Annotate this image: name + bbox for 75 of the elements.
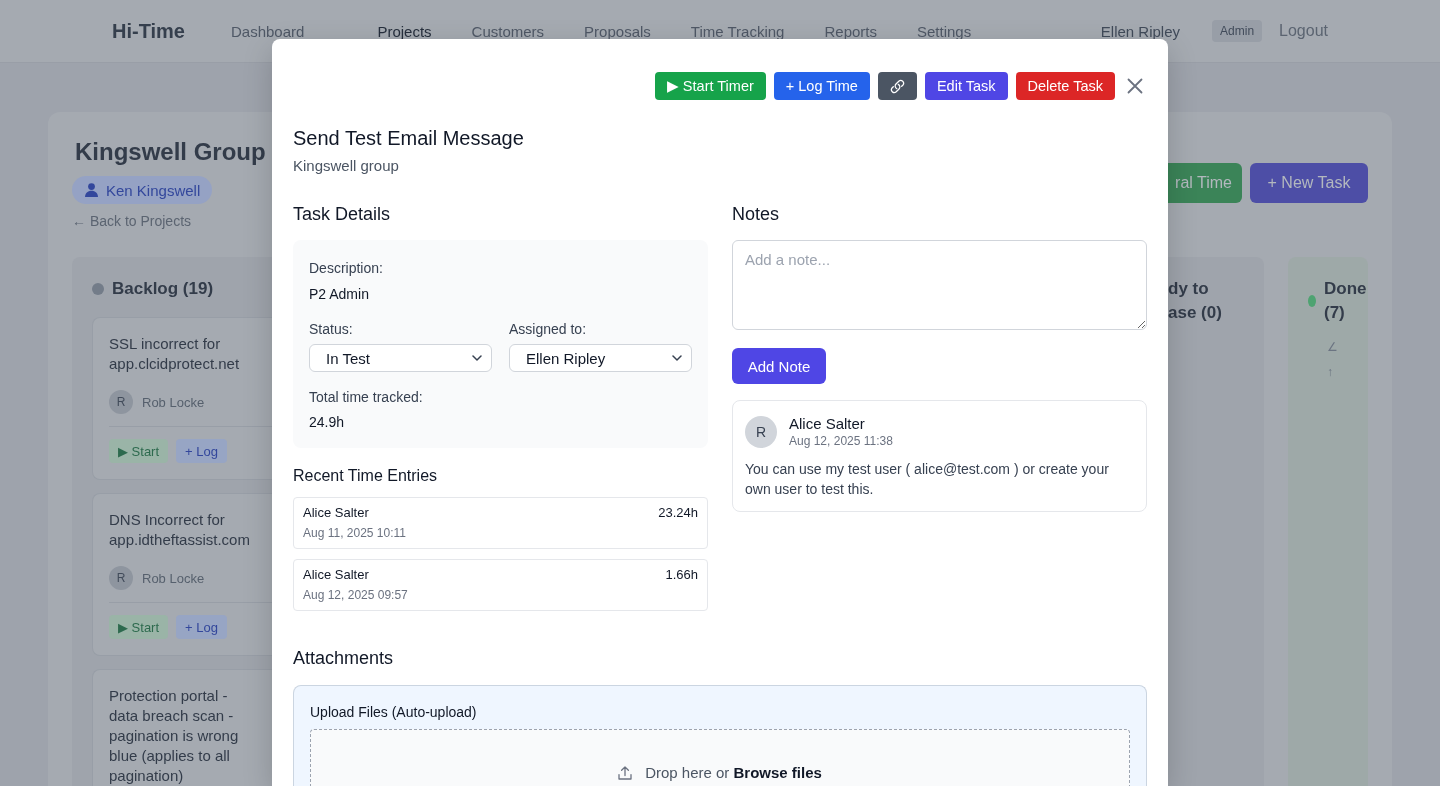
new-task-button[interactable]: + New Task (1250, 163, 1368, 203)
log-button[interactable]: + Log (176, 615, 227, 639)
total-time: 24.9h (309, 413, 346, 432)
avatar: R (745, 416, 777, 448)
section-heading: Task Details (293, 203, 392, 226)
note-text: You can use my test user ( alice@test.com ) or create your own user to test this. (745, 460, 1110, 499)
entry-hours: 1.66h (665, 566, 698, 584)
assignee-select[interactable]: Ellen Ripley (509, 344, 692, 372)
brand-name[interactable]: Hi-Time (112, 19, 231, 43)
assignee-name: Rob Locke (142, 570, 205, 586)
field-label: Assigned to: (509, 320, 588, 339)
nav-link[interactable]: Dashboard (231, 22, 305, 40)
close-icon (1127, 78, 1143, 94)
assignee-name: Rob Locke (142, 394, 205, 410)
start-button[interactable]: ▶ Start (109, 439, 169, 463)
symbol-text: ∠ (1327, 339, 1339, 356)
task-title: SSL incorrect for app.clcidprotect.net (109, 334, 241, 374)
field-label: Description: (309, 259, 384, 278)
task-title: Protection portal - data breach scan - pagination is wrong blue (applies to all pagination) (109, 686, 240, 786)
task-title: Send Test Email Message (293, 126, 525, 150)
field-label: Status: (309, 320, 354, 339)
close-button[interactable] (1127, 78, 1143, 94)
nav-link[interactable]: Projects (377, 22, 432, 40)
status-select[interactable]: In Test (309, 344, 492, 372)
task-card[interactable]: Protection portal - data breach scan - pagination is wrong blue (applies to all pagination) (92, 669, 272, 786)
task-card[interactable]: SSL incorrect for app.clcidprotect.net R Rob Locke ▶ Start + Log (92, 317, 272, 480)
entry-user: Alice Salter (303, 566, 370, 584)
file-drop-zone[interactable]: Drop here or Browse files (310, 729, 1130, 786)
user-name: Ellen Ripley (1100, 22, 1181, 40)
log-time-button[interactable]: + Log Time (773, 72, 870, 100)
user-icon (85, 183, 98, 197)
logout-link[interactable]: Logout (1279, 22, 1328, 40)
delete-task-button[interactable]: Delete Task (1015, 72, 1115, 100)
column-title: dy to ase (0) (1168, 278, 1223, 324)
section-heading: Attachments (293, 647, 395, 670)
chevron-down-icon (672, 355, 682, 361)
nav-link[interactable]: Reports (824, 22, 877, 40)
entry-date: Aug 12, 2025 09:57 (303, 587, 408, 604)
upload-icon (618, 766, 633, 780)
column-title: Done (7) (1324, 278, 1368, 324)
link-button[interactable] (877, 72, 917, 100)
nav-link[interactable]: Customers (471, 22, 545, 40)
back-link[interactable]: ← Back to Projects (72, 212, 192, 230)
edit-task-button[interactable]: Edit Task (924, 72, 1008, 100)
general-time-button[interactable]: ral Time (1168, 163, 1242, 203)
entry-user: Alice Salter (303, 504, 370, 522)
task-card[interactable]: DNS Incorrect for app.idtheftassist.com R Rob Locke ▶ Start + Log (92, 493, 272, 656)
entry-hours: 23.24h (658, 504, 698, 522)
start-button[interactable]: ▶ Start (109, 615, 169, 639)
task-title: DNS Incorrect for app.idtheftassist.com (109, 510, 251, 550)
nav-link[interactable]: Proposals (584, 22, 651, 40)
symbol-text: ↑ (1327, 364, 1334, 381)
avatar: R (109, 566, 133, 590)
note-date: Aug 12, 2025 11:38 (789, 433, 893, 449)
role-badge: Admin (1212, 20, 1263, 42)
link-icon (889, 78, 905, 94)
entry-date: Aug 11, 2025 10:11 (303, 525, 406, 542)
client-badge: Ken Kingswell (72, 176, 213, 204)
column-title: Backlog (19) (112, 278, 214, 300)
start-timer-button[interactable]: ▶ Start Timer (654, 72, 766, 100)
chevron-down-icon (472, 355, 482, 361)
note-input[interactable]: Add a note... (732, 240, 1147, 330)
log-button[interactable]: + Log (176, 439, 227, 463)
nav-link[interactable]: Settings (917, 22, 972, 40)
section-heading: Notes (732, 203, 781, 226)
section-heading: Recent Time Entries (293, 466, 439, 486)
project-name: Kingswell group (293, 156, 400, 176)
field-label: Total time tracked: (309, 388, 424, 407)
project-title: Kingswell Group (75, 137, 266, 167)
upload-label: Upload Files (Auto-upload) (310, 703, 478, 722)
add-note-button[interactable]: Add Note (732, 348, 826, 384)
avatar: R (109, 390, 133, 414)
nav-link[interactable]: Time Tracking (690, 22, 785, 40)
note-author: Alice Salter (789, 415, 866, 433)
description-text: P2 Admin (309, 285, 370, 304)
